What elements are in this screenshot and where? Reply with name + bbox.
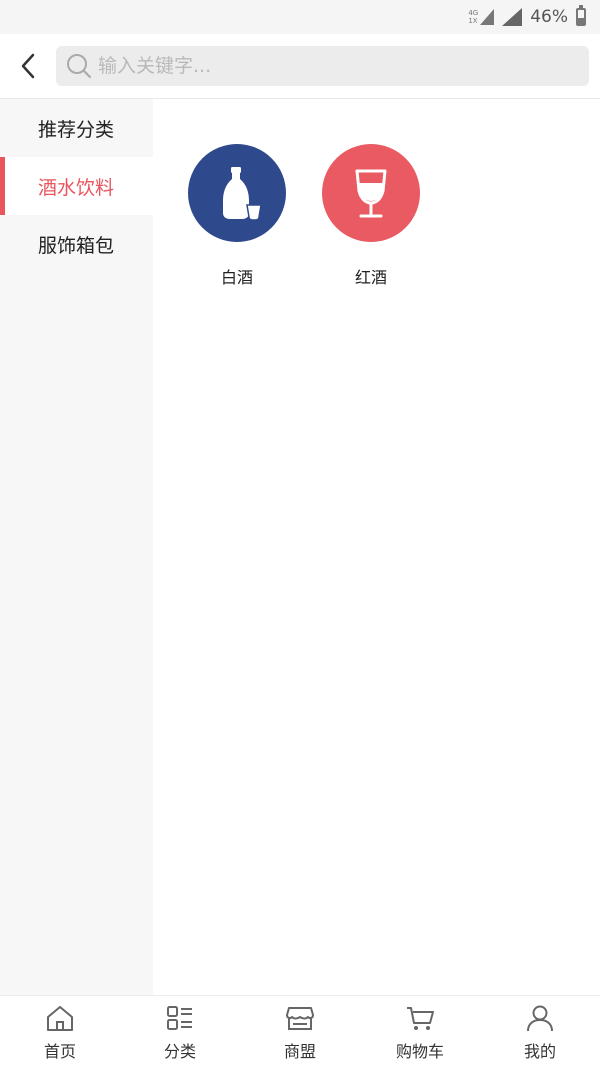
nav-label: 购物车 xyxy=(395,1042,444,1061)
sidebar-item-recommended[interactable]: 推荐分类 xyxy=(0,99,153,157)
header xyxy=(0,34,600,99)
search-icon xyxy=(67,54,92,79)
cart-icon xyxy=(407,1007,434,1030)
status-bar: 4G 1X 46% xyxy=(0,0,600,34)
sidebar-item-apparel[interactable]: 服饰箱包 xyxy=(0,215,153,273)
store-icon xyxy=(286,1007,314,1030)
subcategory-baijiu[interactable]: 白酒 xyxy=(187,144,287,288)
category-icon xyxy=(167,1006,192,1030)
sidebar-item-label: 推荐分类 xyxy=(38,118,115,141)
search-input[interactable] xyxy=(98,55,568,77)
user-icon xyxy=(527,1005,553,1032)
nav-home[interactable]: 首页 xyxy=(0,996,120,1067)
signal-icon xyxy=(502,8,523,26)
baijiu-bottle-icon xyxy=(188,144,286,242)
nav-label: 商盟 xyxy=(283,1042,316,1061)
subcategory-label: 红酒 xyxy=(354,268,387,287)
nav-label: 分类 xyxy=(163,1042,196,1061)
nav-category[interactable]: 分类 xyxy=(120,996,240,1067)
network-indicator: 4G 1X xyxy=(468,9,495,25)
nav-label: 首页 xyxy=(43,1042,76,1061)
sidebar-item-label: 服饰箱包 xyxy=(38,234,115,257)
sidebar-item-drinks[interactable]: 酒水饮料 xyxy=(0,157,153,215)
battery-icon xyxy=(576,5,586,26)
home-icon xyxy=(47,1006,73,1031)
bottom-nav: 首页 分类 商盟 购物车 我的 xyxy=(0,995,600,1067)
back-button[interactable] xyxy=(0,34,56,99)
wine-glass-icon xyxy=(322,144,420,242)
sidebar-item-label: 酒水饮料 xyxy=(38,176,115,199)
nav-label: 我的 xyxy=(523,1042,556,1061)
nav-me[interactable]: 我的 xyxy=(480,996,600,1067)
network-label-top: 4G xyxy=(468,9,479,17)
subcategory-label: 白酒 xyxy=(220,268,253,287)
battery-percent: 46% xyxy=(530,7,568,27)
category-sidebar: 推荐分类 酒水饮料 服饰箱包 xyxy=(0,99,153,995)
chevron-left-icon xyxy=(21,53,35,79)
subcategory-panel: 白酒 红酒 xyxy=(153,99,600,995)
search-box[interactable] xyxy=(56,46,589,86)
nav-store[interactable]: 商盟 xyxy=(240,996,360,1067)
nav-cart[interactable]: 购物车 xyxy=(360,996,480,1067)
network-label-bottom: 1X xyxy=(468,17,478,25)
signal-small-icon xyxy=(480,9,495,25)
subcategory-red-wine[interactable]: 红酒 xyxy=(321,144,421,288)
